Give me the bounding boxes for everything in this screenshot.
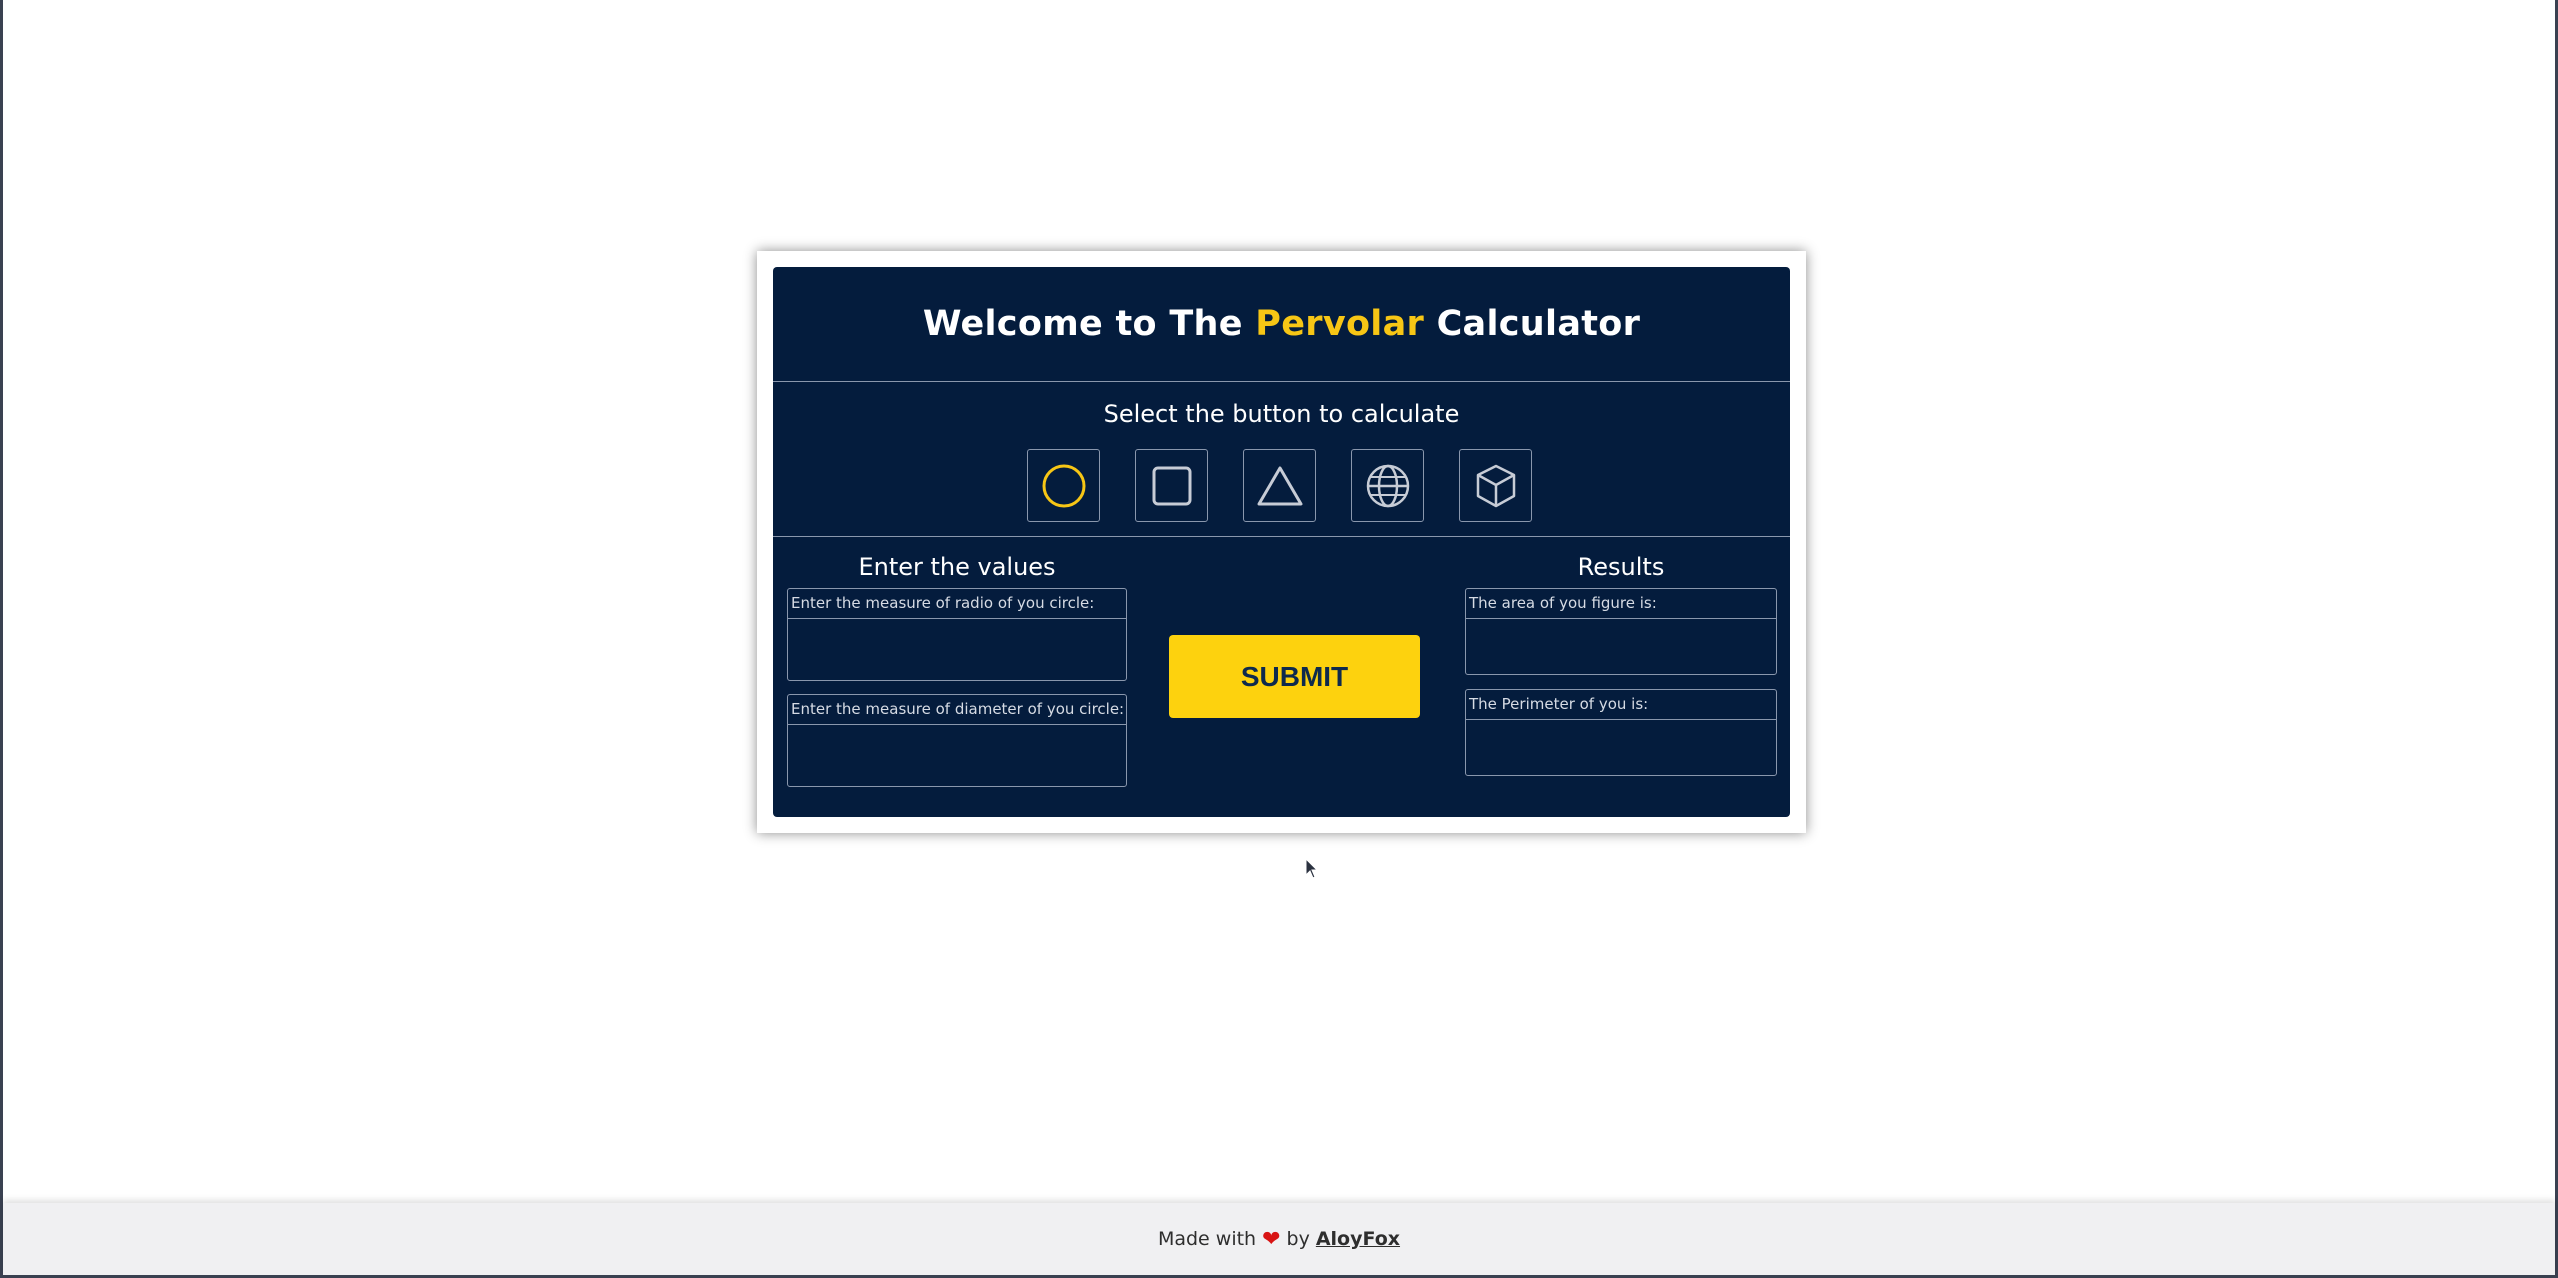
area-result-output[interactable] bbox=[1466, 619, 1776, 671]
perimeter-result-field: The Perimeter of you is: bbox=[1465, 689, 1777, 776]
footer-made-with: Made with bbox=[1157, 1228, 1257, 1250]
circle-button[interactable] bbox=[1027, 449, 1100, 522]
triangle-button[interactable] bbox=[1243, 449, 1316, 522]
title-suffix: Calculator bbox=[1424, 304, 1641, 344]
calculator-card: Welcome to The Pervolar Calculator Selec… bbox=[773, 267, 1790, 817]
diameter-input[interactable] bbox=[788, 725, 1126, 783]
perimeter-result-output[interactable] bbox=[1466, 720, 1776, 772]
cube-icon bbox=[1476, 464, 1515, 507]
results-heading: Results bbox=[1577, 553, 1665, 581]
footer: Made with ❤ by AloyFox bbox=[3, 1203, 2555, 1275]
page-title: Welcome to The Pervolar Calculator bbox=[773, 267, 1790, 381]
divider-middle bbox=[773, 536, 1790, 537]
square-icon bbox=[1152, 466, 1191, 505]
select-prompt: Select the button to calculate bbox=[1103, 400, 1460, 428]
triangle-icon bbox=[1257, 466, 1302, 505]
heart-icon: ❤ bbox=[1262, 1226, 1281, 1252]
circle-icon bbox=[1042, 464, 1085, 507]
sphere-button[interactable] bbox=[1351, 449, 1424, 522]
square-button[interactable] bbox=[1135, 449, 1208, 522]
title-brand: Pervolar bbox=[1255, 304, 1425, 344]
footer-by: by bbox=[1286, 1228, 1310, 1250]
divider-top bbox=[773, 381, 1790, 382]
area-result-label: The area of you figure is: bbox=[1466, 589, 1776, 619]
submit-button[interactable]: SUBMIT bbox=[1169, 635, 1420, 718]
mouse-cursor-icon bbox=[1305, 858, 1319, 879]
title-prefix: Welcome to The bbox=[922, 304, 1256, 344]
radius-input[interactable] bbox=[788, 619, 1126, 677]
radius-field: Enter the measure of radio of you circle… bbox=[787, 588, 1127, 681]
sphere-icon bbox=[1366, 464, 1409, 507]
calculator-card-frame: Welcome to The Pervolar Calculator Selec… bbox=[757, 251, 1806, 833]
diameter-field: Enter the measure of diameter of you cir… bbox=[787, 694, 1127, 787]
perimeter-result-label: The Perimeter of you is: bbox=[1466, 690, 1776, 720]
cube-button[interactable] bbox=[1459, 449, 1532, 522]
inputs-heading: Enter the values bbox=[858, 553, 1056, 581]
diameter-label: Enter the measure of diameter of you cir… bbox=[788, 695, 1126, 725]
author-link[interactable]: AloyFox bbox=[1316, 1228, 1400, 1250]
radius-label: Enter the measure of radio of you circle… bbox=[788, 589, 1126, 619]
area-result-field: The area of you figure is: bbox=[1465, 588, 1777, 675]
shape-selector bbox=[1027, 449, 1532, 522]
